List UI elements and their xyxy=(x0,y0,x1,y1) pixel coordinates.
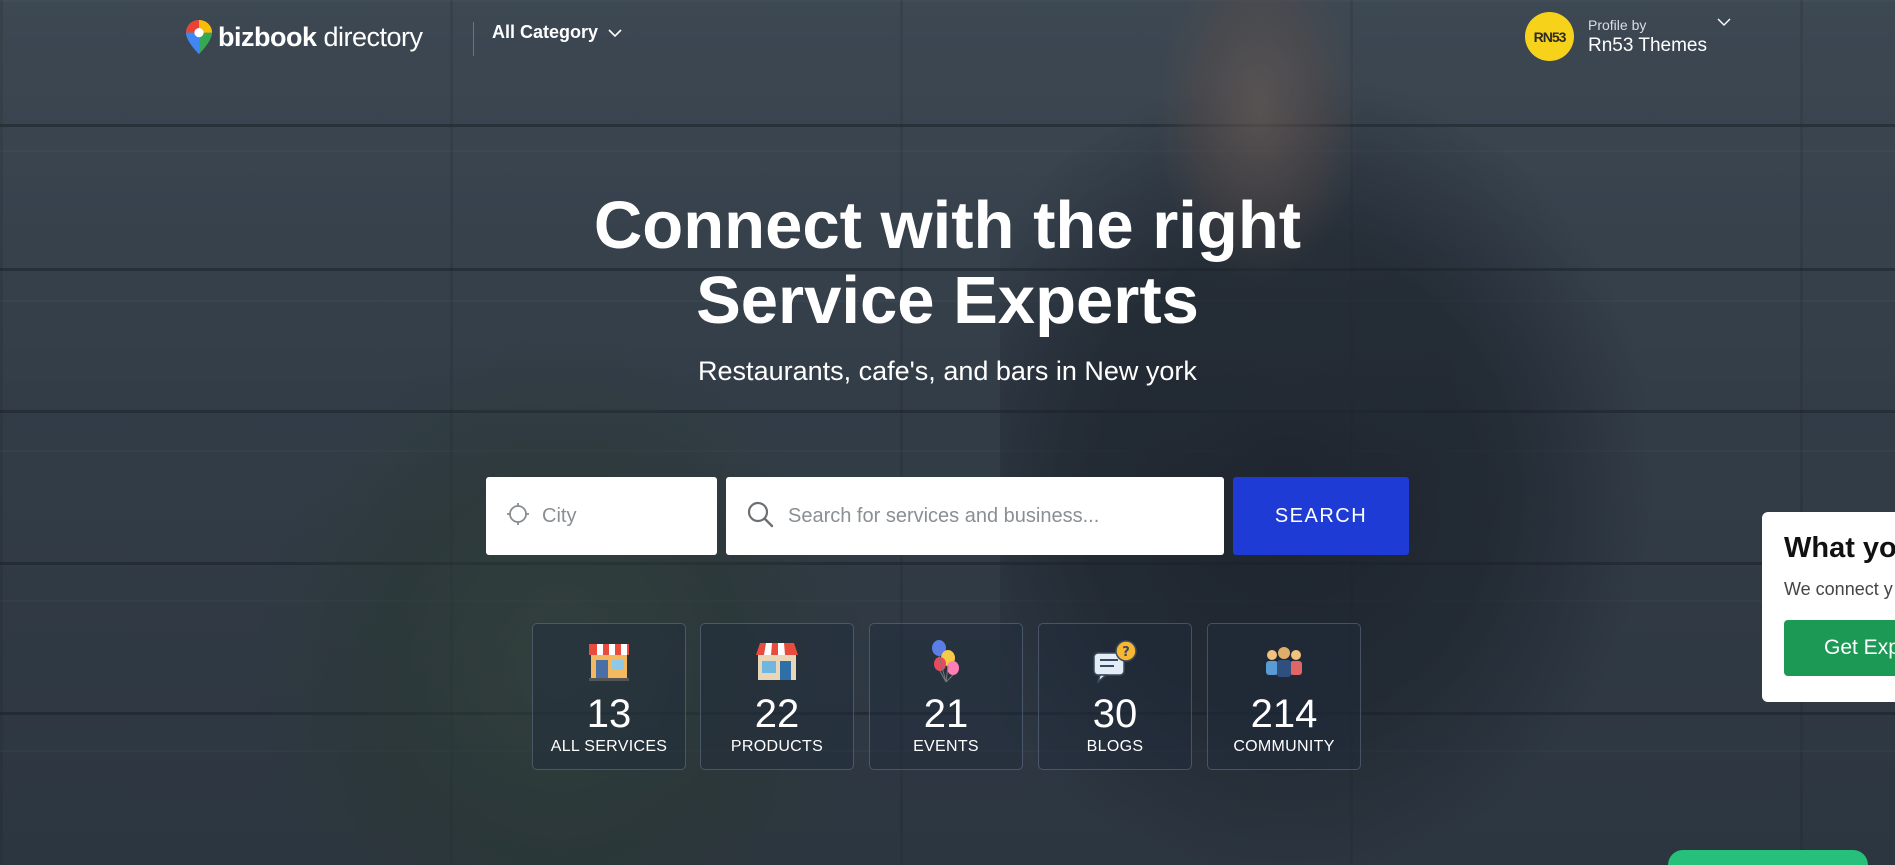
people-icon xyxy=(1261,638,1307,684)
stat-value: 214 xyxy=(1250,692,1318,736)
stat-tile-all-services[interactable]: 13 ALL SERVICES xyxy=(532,623,686,770)
balloons-icon xyxy=(923,638,969,684)
all-category-dropdown[interactable]: All Category xyxy=(492,22,622,43)
logo-bold-text: bizbook xyxy=(218,21,317,52)
stat-value: 13 xyxy=(586,692,632,736)
hero-subtitle: Restaurants, cafe's, and bars in New yor… xyxy=(698,356,1197,386)
map-pin-logo-icon xyxy=(186,20,212,54)
location-crosshair-icon xyxy=(506,502,530,531)
get-experts-button[interactable]: Get Exp xyxy=(1784,620,1895,676)
category-label: All Category xyxy=(492,22,599,42)
svg-text:?: ? xyxy=(1122,645,1130,660)
stat-label: COMMUNITY xyxy=(1233,738,1335,755)
stat-tile-community[interactable]: 214 COMMUNITY xyxy=(1207,623,1361,770)
stat-label: BLOGS xyxy=(1086,738,1144,755)
promo-card: What yo We connect y Get Exp xyxy=(1762,512,1895,702)
search-button[interactable]: SEARCH xyxy=(1233,477,1409,555)
search-field[interactable] xyxy=(726,477,1224,555)
stat-label: ALL SERVICES xyxy=(550,738,668,755)
avatar: RN53 xyxy=(1525,12,1574,61)
stat-value: 21 xyxy=(923,692,969,736)
profile-by-label: Profile by xyxy=(1588,16,1647,33)
stat-value: 22 xyxy=(754,692,800,736)
stat-tile-products[interactable]: 22 PRODUCTS xyxy=(700,623,854,770)
chevron-down-icon xyxy=(608,22,622,43)
site-logo[interactable]: bizbook directory xyxy=(186,20,423,54)
header-divider xyxy=(473,22,474,56)
profile-menu[interactable]: RN53 Profile by Rn53 Themes xyxy=(1525,12,1707,61)
hero-title-line1: Connect with the right xyxy=(593,188,1302,263)
hero-title-line2: Service Experts xyxy=(696,263,1199,338)
stat-value: 30 xyxy=(1092,692,1138,736)
store-icon xyxy=(754,638,800,684)
chat-widget-button[interactable] xyxy=(1668,850,1868,865)
search-icon xyxy=(746,500,774,533)
promo-title: What yo xyxy=(1784,532,1895,564)
search-input[interactable] xyxy=(788,504,1224,528)
city-input[interactable] xyxy=(542,504,717,528)
stat-label: EVENTS xyxy=(913,738,979,755)
profile-chevron-down-icon[interactable] xyxy=(1717,14,1731,32)
promo-text: We connect y xyxy=(1784,579,1893,599)
shop-icon xyxy=(586,638,632,684)
profile-name: Rn53 Themes xyxy=(1588,34,1707,56)
stat-tile-blogs[interactable]: ? 30 BLOGS xyxy=(1038,623,1192,770)
logo-light-text: directory xyxy=(323,21,424,52)
city-field[interactable] xyxy=(486,477,717,555)
chat-question-icon: ? xyxy=(1092,638,1138,684)
hero-title: Connect with the right Service Experts xyxy=(520,188,1375,338)
stat-tile-events[interactable]: 21 EVENTS xyxy=(869,623,1023,770)
stat-label: PRODUCTS xyxy=(730,738,824,755)
